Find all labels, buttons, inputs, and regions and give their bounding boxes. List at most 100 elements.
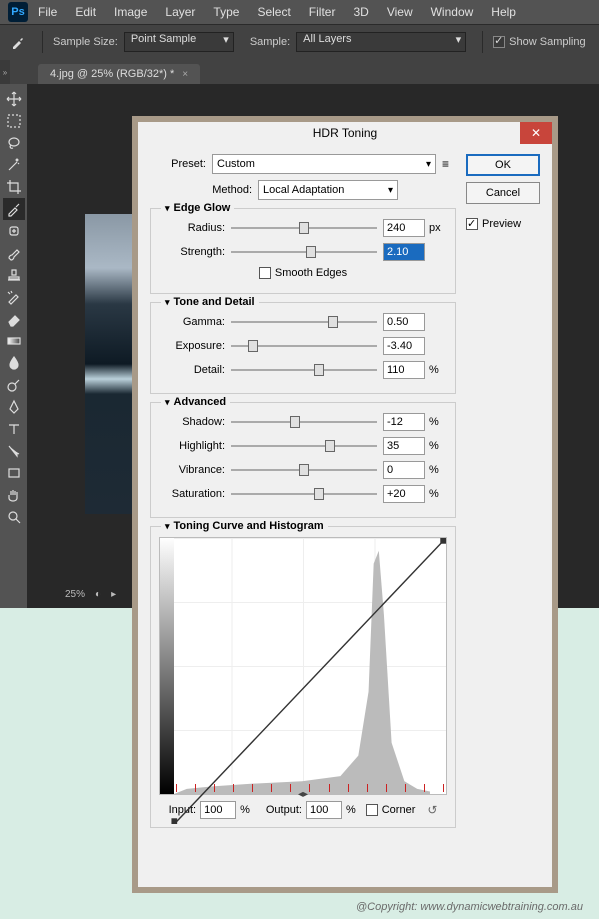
brush-tool[interactable] <box>3 242 25 264</box>
wand-tool[interactable] <box>3 154 25 176</box>
menu-help[interactable]: Help <box>491 5 516 19</box>
menu-edit[interactable]: Edit <box>75 5 96 19</box>
tone-curve[interactable] <box>160 538 446 824</box>
sample-label: Sample: <box>250 36 290 48</box>
show-sampling-checkbox[interactable] <box>493 36 505 48</box>
zoom-level: 25% <box>65 589 85 600</box>
method-dropdown[interactable]: Local Adaptation <box>258 180 398 200</box>
crop-tool[interactable] <box>3 176 25 198</box>
strength-slider[interactable] <box>231 244 377 260</box>
sample-size-label: Sample Size: <box>53 36 118 48</box>
advanced-group: ▾Advanced Shadow: -12 % Highlight: 35 % … <box>150 402 456 518</box>
cancel-button[interactable]: Cancel <box>466 182 540 204</box>
tone-detail-title: Tone and Detail <box>174 296 255 308</box>
vibrance-label: Vibrance: <box>159 464 225 476</box>
hand-tool[interactable] <box>3 484 25 506</box>
menu-select[interactable]: Select <box>257 5 290 19</box>
radius-label: Radius: <box>159 222 225 234</box>
shape-tool[interactable] <box>3 462 25 484</box>
move-tool[interactable] <box>3 88 25 110</box>
vibrance-unit: % <box>429 464 447 476</box>
exposure-slider[interactable] <box>231 338 377 354</box>
dialog-titlebar: HDR Toning ✕ <box>138 122 552 144</box>
lasso-tool[interactable] <box>3 132 25 154</box>
detail-slider[interactable] <box>231 362 377 378</box>
strength-label: Strength: <box>159 246 225 258</box>
saturation-input[interactable]: +20 <box>383 485 425 503</box>
gradient-tool[interactable] <box>3 330 25 352</box>
collapse-icon[interactable]: ▾ <box>165 521 170 532</box>
shadow-slider[interactable] <box>231 414 377 430</box>
eraser-tool[interactable] <box>3 308 25 330</box>
shadow-unit: % <box>429 416 447 428</box>
highlight-input[interactable]: 35 <box>383 437 425 455</box>
dialog-title: HDR Toning <box>313 126 377 140</box>
shadow-input[interactable]: -12 <box>383 413 425 431</box>
healing-tool[interactable] <box>3 220 25 242</box>
menu-image[interactable]: Image <box>114 5 147 19</box>
radius-slider[interactable] <box>231 220 377 236</box>
gamma-slider[interactable] <box>231 314 377 330</box>
gamma-label: Gamma: <box>159 316 225 328</box>
edge-glow-group: ▾Edge Glow Radius: 240 px Strength: 2.10… <box>150 208 456 294</box>
ps-logo: Ps <box>8 2 28 22</box>
radius-input[interactable]: 240 <box>383 219 425 237</box>
ticks <box>174 784 446 794</box>
smooth-edges-checkbox[interactable] <box>259 267 271 279</box>
status-icon[interactable]: ◐ <box>95 589 101 600</box>
exposure-input[interactable]: -3.40 <box>383 337 425 355</box>
zoom-tool[interactable] <box>3 506 25 528</box>
preset-dropdown[interactable]: Custom <box>212 154 436 174</box>
sample-size-dropdown[interactable]: Point Sample <box>124 32 234 52</box>
gamma-input[interactable]: 0.50 <box>383 313 425 331</box>
separator <box>42 31 43 53</box>
curve-title: Toning Curve and Histogram <box>174 520 324 532</box>
method-label: Method: <box>196 184 252 196</box>
ok-button[interactable]: OK <box>466 154 540 176</box>
menu-layer[interactable]: Layer <box>165 5 195 19</box>
sample-dropdown[interactable]: All Layers <box>296 32 466 52</box>
eyedropper-tool[interactable] <box>3 198 25 220</box>
detail-input[interactable]: 110 <box>383 361 425 379</box>
marquee-tool[interactable] <box>3 110 25 132</box>
document-tab[interactable]: 4.jpg @ 25% (RGB/32*) * × <box>38 64 200 84</box>
stamp-tool[interactable] <box>3 264 25 286</box>
histogram[interactable]: ◂▸ <box>159 537 447 795</box>
highlight-unit: % <box>429 440 447 452</box>
close-tab-icon[interactable]: × <box>182 69 188 80</box>
document-tab-title: 4.jpg @ 25% (RGB/32*) * <box>50 68 174 80</box>
dodge-tool[interactable] <box>3 374 25 396</box>
eyedropper-icon <box>10 34 26 50</box>
path-tool[interactable] <box>3 440 25 462</box>
history-brush-tool[interactable] <box>3 286 25 308</box>
expand-tab[interactable]: » <box>0 60 10 84</box>
detail-unit: % <box>429 364 447 376</box>
close-button[interactable]: ✕ <box>520 122 552 144</box>
strength-input[interactable]: 2.10 <box>383 243 425 261</box>
split-handle-icon[interactable]: ◂▸ <box>298 789 308 800</box>
menu-file[interactable]: File <box>38 5 57 19</box>
menubar: Ps File Edit Image Layer Type Select Fil… <box>0 0 599 24</box>
preview-checkbox[interactable] <box>466 218 478 230</box>
show-sampling-label: Show Sampling <box>509 36 585 48</box>
vibrance-input[interactable]: 0 <box>383 461 425 479</box>
menu-window[interactable]: Window <box>431 5 474 19</box>
corner-checkbox[interactable] <box>366 804 378 816</box>
collapse-icon[interactable]: ▾ <box>165 397 170 408</box>
collapse-icon[interactable]: ▾ <box>165 297 170 308</box>
menu-type[interactable]: Type <box>213 5 239 19</box>
highlight-slider[interactable] <box>231 438 377 454</box>
saturation-slider[interactable] <box>231 486 377 502</box>
type-tool[interactable] <box>3 418 25 440</box>
vibrance-slider[interactable] <box>231 462 377 478</box>
blur-tool[interactable] <box>3 352 25 374</box>
menu-3d[interactable]: 3D <box>353 5 368 19</box>
preset-menu-icon[interactable]: ≡ <box>442 157 456 171</box>
curve-group: ▾Toning Curve and Histogram <box>150 526 456 828</box>
collapse-icon[interactable]: ▾ <box>165 203 170 214</box>
pen-tool[interactable] <box>3 396 25 418</box>
menu-filter[interactable]: Filter <box>309 5 336 19</box>
menu-view[interactable]: View <box>387 5 413 19</box>
tone-detail-group: ▾Tone and Detail Gamma: 0.50 Exposure: -… <box>150 302 456 394</box>
radius-unit: px <box>429 222 447 234</box>
